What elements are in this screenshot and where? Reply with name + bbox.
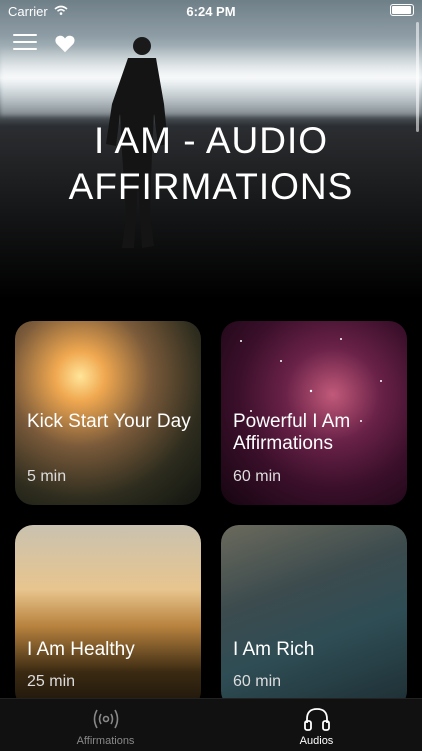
battery-icon <box>390 4 414 16</box>
card-title: I Am Healthy <box>27 639 135 660</box>
clock: 6:24 PM <box>186 4 236 19</box>
audio-card-healthy[interactable]: I Am Healthy 25 min <box>15 525 201 709</box>
card-title: I Am Rich <box>233 639 315 660</box>
hamburger-menu-icon[interactable] <box>13 34 37 52</box>
scrollbar[interactable] <box>416 22 419 132</box>
broadcast-icon <box>93 709 118 729</box>
tab-affirmations[interactable]: Affirmations <box>0 699 211 751</box>
card-duration: 25 min <box>27 673 76 690</box>
audio-card-powerful[interactable]: Powerful I Am Affirmations 60 min <box>221 321 407 505</box>
card-title: Powerful I Am Affirmations <box>233 411 351 454</box>
hero-waves <box>0 46 422 116</box>
tab-audios[interactable]: Audios <box>211 699 422 751</box>
audio-card-kick-start[interactable]: Kick Start Your Day 5 min <box>15 321 201 505</box>
heart-icon[interactable] <box>54 33 76 55</box>
audio-card-rich[interactable]: I Am Rich 60 min <box>221 525 407 709</box>
status-bar: Carrier 6:24 PM <box>0 0 422 22</box>
tab-label: Affirmations <box>76 735 135 747</box>
tab-label: Audios <box>299 735 334 747</box>
tab-bar: Affirmations Audios <box>0 698 422 751</box>
page-title: I AM - AUDIO AFFIRMATIONS <box>68 120 354 207</box>
card-duration: 60 min <box>233 468 282 485</box>
card-title: Kick Start Your Day <box>27 411 191 432</box>
headphones-icon <box>303 708 330 731</box>
card-duration: 5 min <box>27 468 67 485</box>
card-duration: 60 min <box>233 673 282 690</box>
